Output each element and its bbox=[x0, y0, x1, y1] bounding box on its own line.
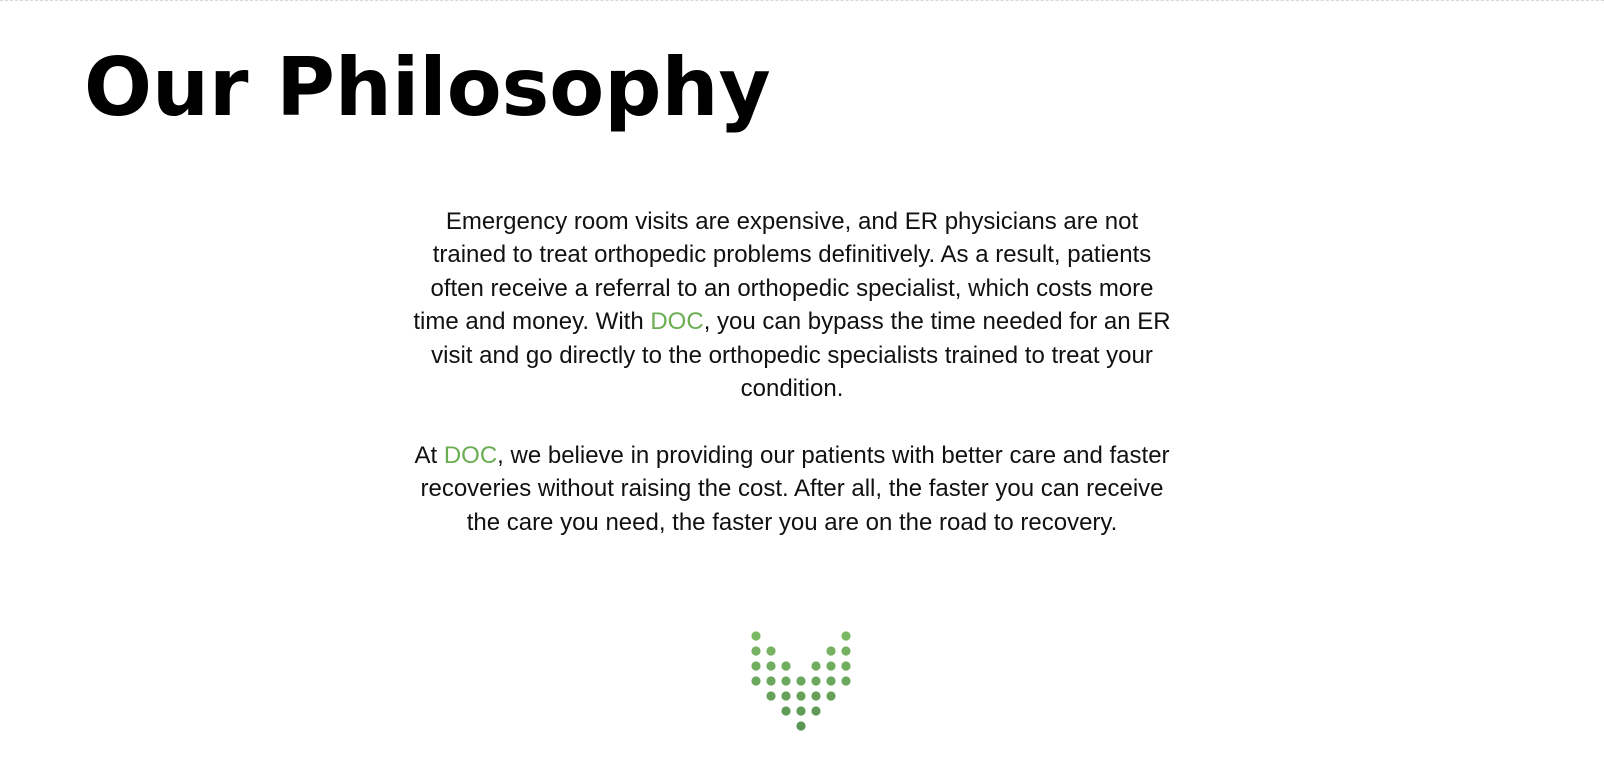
dotted-heart-v-icon bbox=[751, 631, 851, 731]
philosophy-text: Emergency room visits are expensive, and… bbox=[407, 205, 1177, 539]
logo-dot bbox=[766, 646, 776, 656]
logo-dot bbox=[826, 691, 836, 701]
logo-dot bbox=[841, 676, 851, 686]
logo-dot bbox=[811, 661, 821, 671]
logo-dot bbox=[751, 631, 761, 641]
logo-dot bbox=[841, 646, 851, 656]
logo-dot bbox=[841, 661, 851, 671]
philosophy-paragraph-1: Emergency room visits are expensive, and… bbox=[407, 205, 1177, 405]
logo-dot bbox=[826, 676, 836, 686]
logo-dot bbox=[811, 691, 821, 701]
logo-dot bbox=[751, 661, 761, 671]
logo-dot bbox=[781, 691, 791, 701]
logo-dot bbox=[841, 631, 851, 641]
logo-dot bbox=[766, 691, 776, 701]
logo-dot bbox=[766, 676, 776, 686]
logo-dot bbox=[766, 661, 776, 671]
logo-dot bbox=[796, 706, 806, 716]
logo-dot bbox=[751, 646, 761, 656]
logo-dot bbox=[781, 661, 791, 671]
logo-dot bbox=[826, 646, 836, 656]
paragraph-2-text-after: , we believe in providing our patients w… bbox=[420, 441, 1170, 536]
logo-dot bbox=[781, 706, 791, 716]
logo-dot bbox=[826, 661, 836, 671]
paragraph-2-text-before: At bbox=[414, 441, 444, 469]
logo-dot bbox=[781, 676, 791, 686]
brand-name-doc: DOC bbox=[443, 441, 498, 469]
logo-dot bbox=[796, 691, 806, 701]
logo-dot bbox=[811, 706, 821, 716]
brand-name-doc: DOC bbox=[650, 308, 704, 336]
top-divider bbox=[0, 0, 1604, 1]
philosophy-paragraph-2: At DOC, we believe in providing our pati… bbox=[407, 439, 1177, 539]
logo-dot bbox=[751, 676, 761, 686]
logo-dot bbox=[796, 721, 806, 731]
page-title: Our Philosophy bbox=[84, 41, 771, 134]
logo-dot bbox=[796, 676, 806, 686]
logo-dot bbox=[811, 676, 821, 686]
